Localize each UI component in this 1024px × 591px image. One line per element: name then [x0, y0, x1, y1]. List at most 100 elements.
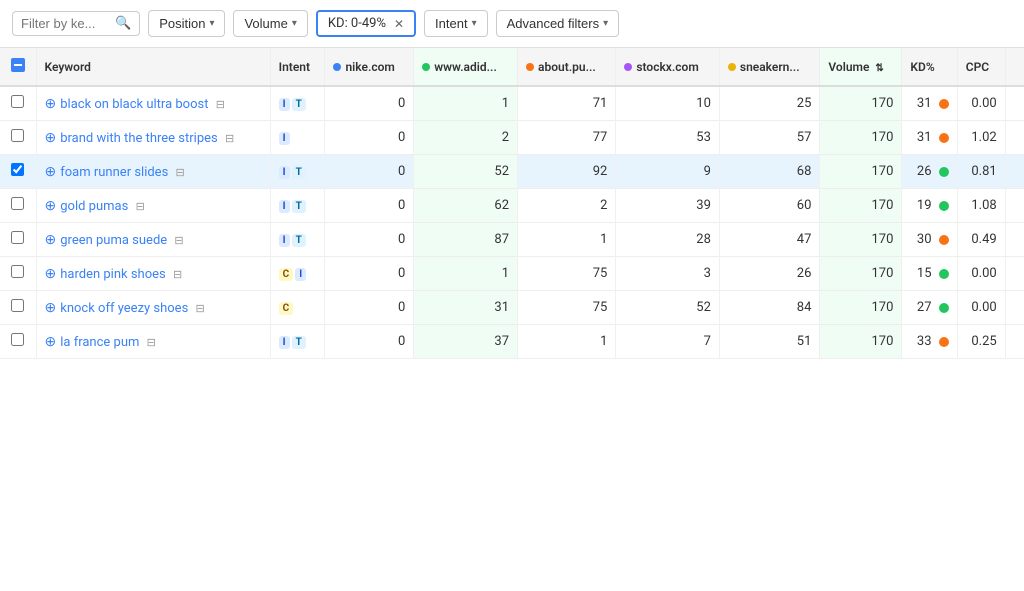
chevron-down-icon: ▾	[603, 18, 608, 29]
extra-cell	[1005, 155, 1024, 189]
intent-cell: C	[270, 291, 325, 325]
expand-icon[interactable]: ⊕	[45, 198, 57, 214]
about-cell: 1	[518, 223, 616, 257]
sneakern-cell: 51	[719, 325, 819, 359]
row-checkbox[interactable]	[11, 129, 24, 142]
expand-icon[interactable]: ⊕	[45, 96, 57, 112]
col-volume[interactable]: Volume ⇅	[820, 48, 902, 86]
save-keyword-icon[interactable]: ⊟	[174, 234, 183, 247]
keyword-cell: ⊕knock off yeezy shoes ⊟	[36, 291, 270, 325]
chevron-down-icon: ▾	[209, 18, 214, 29]
keyword-link[interactable]: la france pum	[60, 335, 139, 350]
kd-cell: 26	[902, 155, 957, 189]
search-icon[interactable]: 🔍	[115, 16, 131, 31]
position-filter[interactable]: Position ▾	[148, 10, 225, 37]
volume-filter[interactable]: Volume ▾	[233, 10, 307, 37]
row-checkbox[interactable]	[11, 265, 24, 278]
row-checkbox[interactable]	[11, 197, 24, 210]
about-cell: 75	[518, 257, 616, 291]
row-checkbox-cell[interactable]	[0, 121, 36, 155]
save-keyword-icon[interactable]: ⊟	[136, 200, 145, 213]
volume-cell: 170	[820, 291, 902, 325]
expand-icon[interactable]: ⊕	[45, 334, 57, 350]
expand-icon[interactable]: ⊕	[45, 130, 57, 146]
save-keyword-icon[interactable]: ⊟	[173, 268, 182, 281]
adidas-cell: 37	[414, 325, 518, 359]
kd-cell: 31	[902, 121, 957, 155]
header-checkbox-cell[interactable]	[0, 48, 36, 86]
row-checkbox[interactable]	[11, 95, 24, 108]
table-row: ⊕la france pum ⊟IT037175117033 0.25	[0, 325, 1024, 359]
save-keyword-icon[interactable]: ⊟	[147, 336, 156, 349]
intent-cell: IT	[270, 223, 325, 257]
row-checkbox-cell[interactable]	[0, 291, 36, 325]
table-row: ⊕foam runner slides ⊟IT0529296817026 0.8…	[0, 155, 1024, 189]
keyword-cell: ⊕green puma suede ⊟	[36, 223, 270, 257]
keyword-link[interactable]: knock off yeezy shoes	[60, 301, 188, 316]
col-cpc[interactable]: CPC	[957, 48, 1005, 86]
kd-cell: 15	[902, 257, 957, 291]
row-checkbox[interactable]	[11, 231, 24, 244]
keyword-link[interactable]: brand with the three stripes	[60, 131, 218, 146]
col-adidas[interactable]: www.adid...	[414, 48, 518, 86]
nike-cell: 0	[325, 325, 414, 359]
extra-cell	[1005, 291, 1024, 325]
save-keyword-icon[interactable]: ⊟	[176, 166, 185, 179]
row-checkbox-cell[interactable]	[0, 257, 36, 291]
row-checkbox-cell[interactable]	[0, 189, 36, 223]
stockx-cell: 52	[616, 291, 720, 325]
filter-input-wrap[interactable]: 🔍	[12, 11, 140, 36]
keyword-link[interactable]: green puma suede	[60, 233, 167, 248]
keyword-link[interactable]: foam runner slides	[60, 165, 168, 180]
row-checkbox-cell[interactable]	[0, 223, 36, 257]
col-about[interactable]: about.pu...	[518, 48, 616, 86]
col-extra	[1005, 48, 1024, 86]
expand-icon[interactable]: ⊕	[45, 266, 57, 282]
expand-icon[interactable]: ⊕	[45, 164, 57, 180]
cpc-cell: 0.00	[957, 291, 1005, 325]
col-sneakern[interactable]: sneakern...	[719, 48, 819, 86]
save-keyword-icon[interactable]: ⊟	[196, 302, 205, 315]
row-checkbox-cell[interactable]	[0, 325, 36, 359]
col-keyword[interactable]: Keyword	[36, 48, 270, 86]
cpc-cell: 1.02	[957, 121, 1005, 155]
intent-cell: I	[270, 121, 325, 155]
col-nike[interactable]: nike.com	[325, 48, 414, 86]
adidas-cell: 31	[414, 291, 518, 325]
save-keyword-icon[interactable]: ⊟	[225, 132, 234, 145]
sneakern-cell: 26	[719, 257, 819, 291]
table-header-row: Keyword Intent nike.com www.adid... abou…	[0, 48, 1024, 86]
sneakern-cell: 84	[719, 291, 819, 325]
intent-badge-i: I	[295, 268, 306, 281]
adidas-dot	[422, 63, 430, 71]
row-checkbox[interactable]	[11, 163, 24, 176]
save-keyword-icon[interactable]: ⊟	[216, 98, 225, 111]
intent-filter[interactable]: Intent ▾	[424, 10, 488, 37]
keyword-link[interactable]: gold pumas	[60, 199, 128, 214]
row-checkbox-cell[interactable]	[0, 86, 36, 121]
expand-icon[interactable]: ⊕	[45, 232, 57, 248]
advanced-filters[interactable]: Advanced filters ▾	[496, 10, 620, 37]
nike-cell: 0	[325, 257, 414, 291]
filter-input[interactable]	[21, 16, 111, 31]
col-stockx[interactable]: stockx.com	[616, 48, 720, 86]
kd-filter[interactable]: KD: 0-49% ✕	[316, 10, 416, 37]
cpc-cell: 0.25	[957, 325, 1005, 359]
sneakern-cell: 60	[719, 189, 819, 223]
kd-cell: 31	[902, 86, 957, 121]
row-checkbox[interactable]	[11, 299, 24, 312]
intent-cell: IT	[270, 325, 325, 359]
col-kd[interactable]: KD%	[902, 48, 957, 86]
nike-cell: 0	[325, 155, 414, 189]
col-intent[interactable]: Intent	[270, 48, 325, 86]
kd-dot	[939, 201, 949, 211]
row-checkbox[interactable]	[11, 333, 24, 346]
keyword-link[interactable]: black on black ultra boost	[60, 97, 208, 112]
kd-filter-close[interactable]: ✕	[394, 17, 404, 31]
expand-icon[interactable]: ⊕	[45, 300, 57, 316]
kd-cell: 19	[902, 189, 957, 223]
select-all-icon[interactable]	[11, 58, 25, 72]
row-checkbox-cell[interactable]	[0, 155, 36, 189]
kd-dot	[939, 303, 949, 313]
keyword-link[interactable]: harden pink shoes	[60, 267, 166, 282]
